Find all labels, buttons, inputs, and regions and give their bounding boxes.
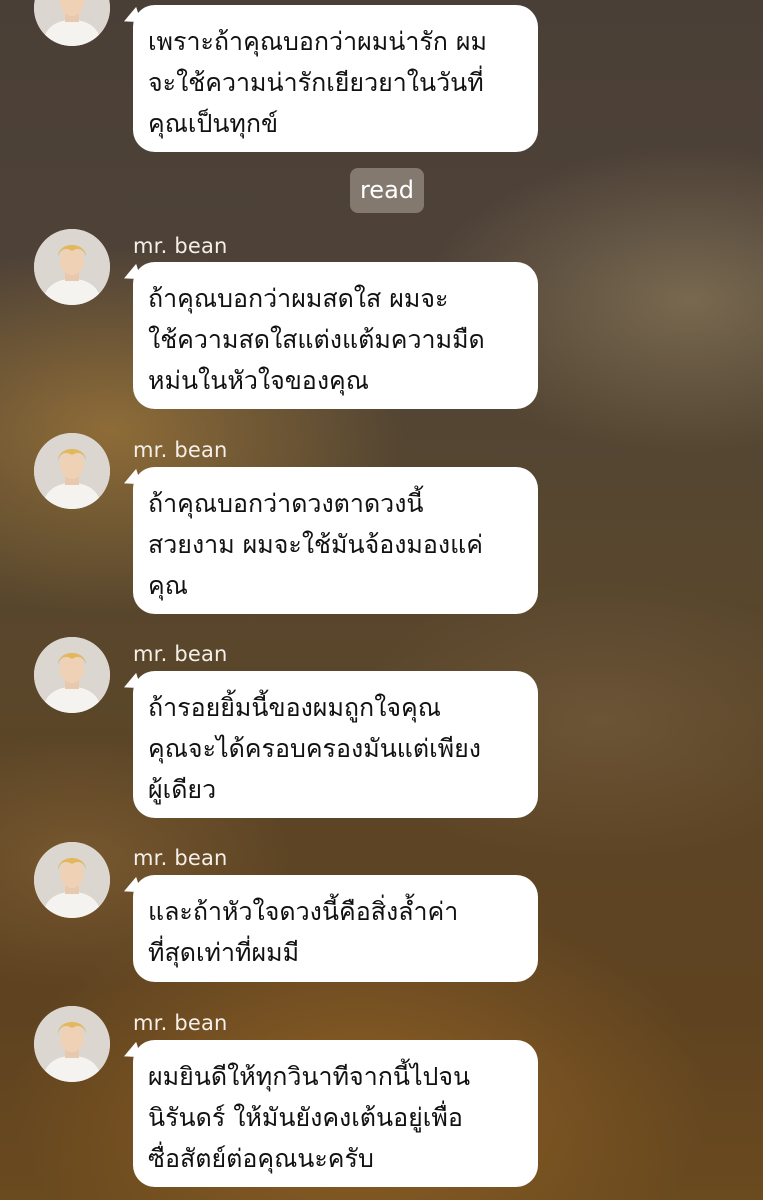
message-line: สวยงาม ผมจะใช้มันจ้องมองแค่: [148, 530, 483, 559]
sender-name: mr. bean: [133, 234, 228, 258]
sender-name: mr. bean: [133, 642, 228, 666]
message-bubble[interactable]: เพราะถ้าคุณบอกว่าผมน่ารัก ผม จะใช้ความน่…: [133, 5, 538, 152]
message-bubble[interactable]: ถ้าคุณบอกว่าดวงตาดวงนี้ สวยงาม ผมจะใช้มั…: [133, 467, 538, 614]
avatar[interactable]: [34, 433, 110, 509]
avatar[interactable]: [34, 0, 110, 46]
avatar-icon: [34, 433, 110, 509]
avatar[interactable]: [34, 229, 110, 305]
message-line: ผมยินดีให้ทุกวินาทีจากนี้ไปจน: [148, 1062, 471, 1091]
avatar[interactable]: [34, 1006, 110, 1082]
sender-name: mr. bean: [133, 438, 228, 462]
read-receipt: read: [350, 168, 424, 213]
avatar[interactable]: [34, 842, 110, 918]
avatar-icon: [34, 842, 110, 918]
message-line: ถ้ารอยยิ้มนี้ของผมถูกใจคุณ: [148, 693, 441, 722]
message-bubble[interactable]: และถ้าหัวใจดวงนี้คือสิ่งล้ำค่า ที่สุดเท่…: [133, 875, 538, 982]
message-line: เพราะถ้าคุณบอกว่าผมน่ารัก ผม: [148, 27, 488, 56]
message-line: หม่นในหัวใจของคุณ: [148, 366, 369, 395]
message-line: ที่สุดเท่าที่ผมมี: [148, 938, 300, 967]
message-bubble[interactable]: ถ้ารอยยิ้มนี้ของผมถูกใจคุณ คุณจะได้ครอบค…: [133, 671, 538, 818]
message-line: คุณเป็นทุกข์: [148, 109, 279, 138]
message-bubble[interactable]: ถ้าคุณบอกว่าผมสดใส ผมจะ ใช้ความสดใสแต่งแ…: [133, 262, 538, 409]
message-line: ผู้เดียว: [148, 775, 217, 804]
message-line: นิรันดร์ ให้มันยังคงเต้นอยู่เพื่อ: [148, 1103, 463, 1132]
avatar-icon: [34, 229, 110, 305]
sender-name: mr. bean: [133, 1011, 228, 1035]
avatar[interactable]: [34, 637, 110, 713]
message-line: คุณจะได้ครอบครองมันแต่เพียง: [148, 734, 482, 763]
message-line: และถ้าหัวใจดวงนี้คือสิ่งล้ำค่า: [148, 897, 459, 926]
message-line: คุณ: [148, 571, 188, 600]
avatar-icon: [34, 1006, 110, 1082]
message-line: ใช้ความสดใสแต่งแต้มความมืด: [148, 325, 485, 354]
sender-name: mr. bean: [133, 846, 228, 870]
message-line: ถ้าคุณบอกว่าผมสดใส ผมจะ: [148, 284, 449, 313]
message-line: ซื่อสัตย์ต่อคุณนะครับ: [148, 1144, 374, 1173]
message-bubble[interactable]: ผมยินดีให้ทุกวินาทีจากนี้ไปจน นิรันดร์ ใ…: [133, 1040, 538, 1187]
avatar-icon: [34, 637, 110, 713]
avatar-icon: [34, 0, 110, 46]
message-line: ถ้าคุณบอกว่าดวงตาดวงนี้: [148, 489, 424, 518]
message-line: จะใช้ความน่ารักเยียวยาในวันที่: [148, 68, 484, 97]
